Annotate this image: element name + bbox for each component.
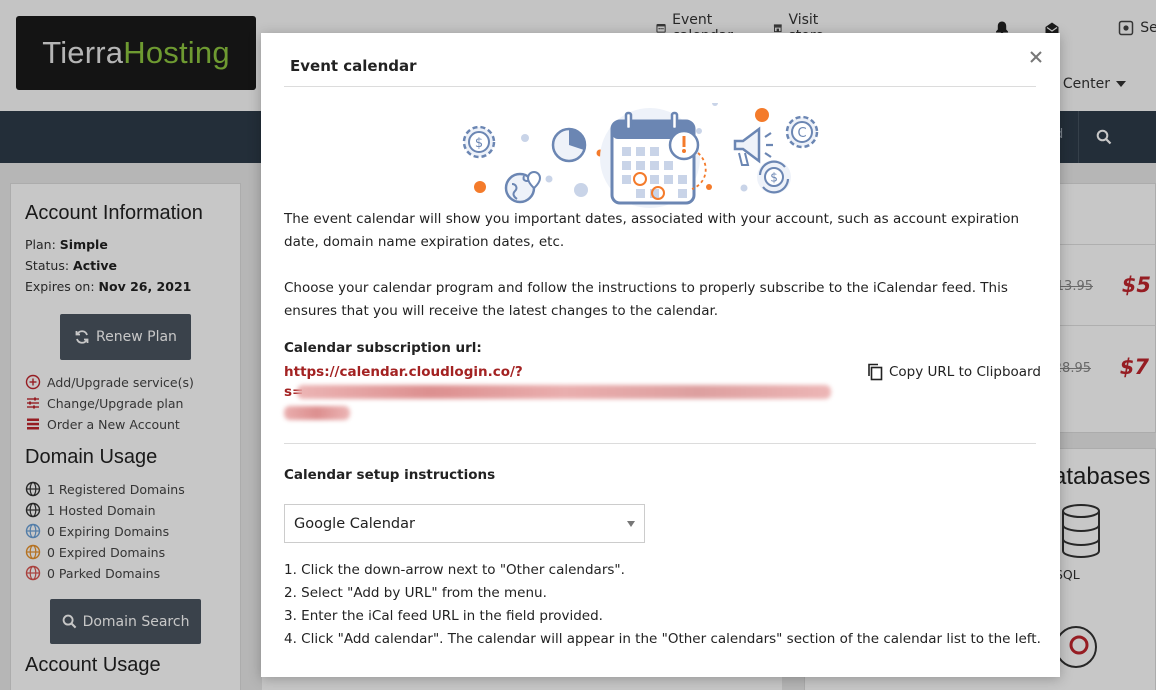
subscription-url-link[interactable]: https://calendar.cloudlogin.co/? [284, 361, 523, 383]
subscription-url-prefix: s= [284, 384, 304, 400]
calendar-icon [600, 108, 707, 208]
subscription-url-label: Calendar subscription url: [284, 340, 482, 356]
close-icon [1030, 51, 1042, 63]
copy-url-button[interactable]: Copy URL to Clipboard [867, 363, 1041, 381]
setup-steps-list: 1. Click the down-arrow next to "Other c… [284, 559, 1041, 651]
setup-step: 3. Enter the iCal feed URL in the field … [284, 608, 603, 624]
svg-text:$: $ [770, 171, 778, 185]
intro-text: The event calendar will show you importa… [284, 211, 1020, 250]
instructions-text: Choose your calendar program and follow … [284, 280, 1008, 319]
setup-step: 2. Select "Add by URL" from the menu. [284, 585, 547, 601]
setup-step: 4. Click "Add calendar". The calendar wi… [284, 631, 1041, 647]
section-divider [284, 443, 1036, 444]
copy-url-label: Copy URL to Clipboard [889, 364, 1041, 380]
chevron-down-icon [627, 521, 635, 527]
redacted-url-token [297, 385, 831, 399]
dollar-gear-icon: $ [462, 125, 496, 159]
globe-pin-icon [504, 170, 542, 204]
copyright-gear-icon: C [785, 115, 819, 149]
calendar-illustration: $ C $ [462, 103, 819, 208]
title-divider [284, 86, 1036, 87]
svg-text:C: C [797, 126, 806, 141]
svg-text:$: $ [475, 136, 483, 151]
setup-instructions-label: Calendar setup instructions [284, 467, 496, 483]
modal-title: Event calendar [290, 57, 417, 75]
dollar-refresh-icon: $ [757, 160, 791, 194]
copy-icon [868, 363, 883, 381]
event-calendar-modal: Event calendar $ C $ The event calendar … [261, 33, 1060, 677]
setup-step: 1. Click the down-arrow next to "Other c… [284, 562, 625, 578]
redacted-url-token-tail [284, 406, 350, 420]
calendar-program-value: Google Calendar [294, 515, 415, 532]
pie-chart-icon [551, 127, 587, 163]
calendar-program-select[interactable]: Google Calendar [284, 504, 645, 543]
close-button[interactable] [1027, 49, 1045, 67]
megaphone-icon [733, 126, 773, 166]
